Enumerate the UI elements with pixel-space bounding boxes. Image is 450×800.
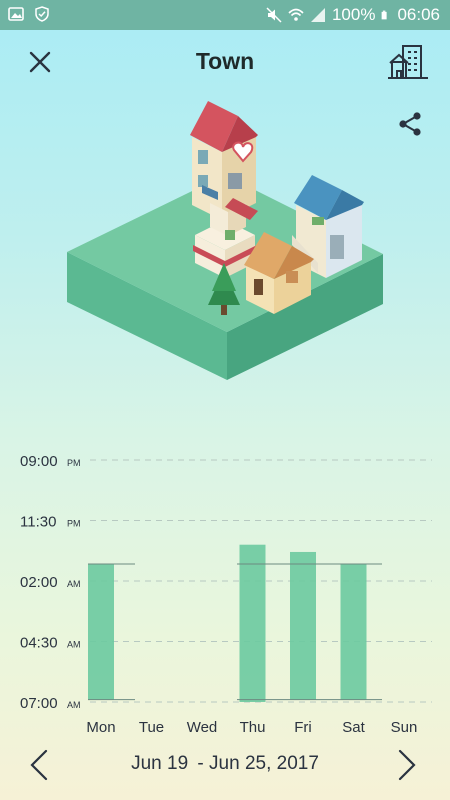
mute-icon bbox=[266, 7, 282, 23]
battery-icon bbox=[382, 10, 388, 20]
y-tick-period: AM bbox=[67, 640, 81, 650]
date-range: Jun 19 - Jun 25, 2017 bbox=[0, 753, 450, 775]
x-tick-label: Fri bbox=[294, 719, 312, 736]
bar-fri bbox=[290, 551, 316, 700]
date-end: - Jun 25, 2017 bbox=[197, 753, 319, 774]
x-tick-label: Sat bbox=[342, 719, 365, 736]
x-tick-label: Thu bbox=[240, 719, 266, 736]
x-tick-label: Sun bbox=[391, 719, 418, 736]
town-illustration bbox=[67, 101, 383, 380]
y-tick-period: AM bbox=[67, 700, 81, 710]
bar-thu bbox=[239, 544, 266, 702]
shield-icon bbox=[35, 6, 49, 22]
chevron-right-icon[interactable] bbox=[392, 748, 420, 782]
y-tick-label: 09:00 bbox=[20, 453, 58, 470]
date-navigation: Jun 19 - Jun 25, 2017 bbox=[0, 740, 450, 790]
gallery-icon bbox=[8, 7, 24, 21]
app-header: Town bbox=[0, 30, 450, 94]
page-title: Town bbox=[195, 48, 255, 74]
sleep-bar-chart: 09:00 PM 11:30 PM 02:00 AM 04:30 AM 07:00 AM Mon Tu… bbox=[20, 453, 432, 736]
bar-sat bbox=[340, 564, 367, 700]
y-tick-label: 07:00 bbox=[20, 695, 58, 712]
status-time: 06:06 bbox=[397, 5, 440, 24]
y-tick-label: 04:30 bbox=[20, 635, 58, 652]
buildings-icon[interactable] bbox=[386, 40, 430, 84]
y-tick-label: 02:00 bbox=[20, 574, 58, 591]
wifi-icon bbox=[288, 8, 304, 21]
y-tick-period: AM bbox=[67, 579, 81, 589]
battery-percent: 100% bbox=[331, 5, 376, 24]
bar-mon bbox=[88, 564, 114, 700]
x-tick-label: Wed bbox=[187, 719, 218, 736]
x-tick-label: Mon bbox=[86, 719, 115, 736]
y-tick-label: 11:30 bbox=[20, 514, 56, 531]
heart-house bbox=[190, 101, 258, 220]
x-tick-label: Tue bbox=[139, 719, 164, 736]
status-bar: 100% 06:06 bbox=[0, 0, 450, 30]
date-start: Jun 19 bbox=[131, 753, 189, 774]
y-tick-period: PM bbox=[67, 519, 81, 529]
y-tick-period: PM bbox=[67, 458, 81, 468]
signal-icon bbox=[310, 8, 325, 22]
share-icon[interactable] bbox=[396, 110, 424, 138]
